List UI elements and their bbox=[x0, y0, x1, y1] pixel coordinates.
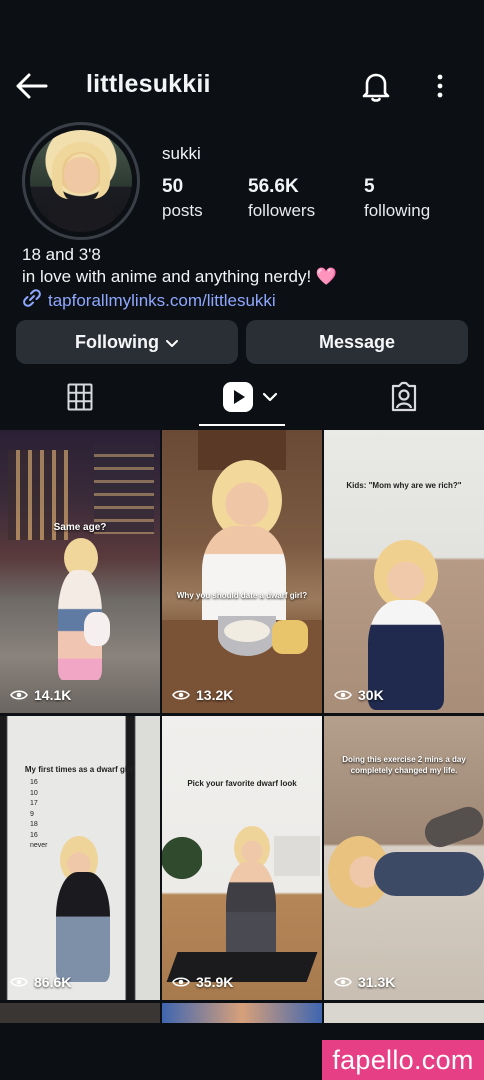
eye-icon bbox=[334, 977, 352, 987]
reel-caption: Same age? bbox=[53, 522, 107, 533]
tagged-icon bbox=[388, 381, 420, 418]
top-bar: littlesukkii bbox=[0, 62, 484, 110]
message-button[interactable]: Message bbox=[246, 320, 468, 364]
reel-tile[interactable]: My first times as a dwarf girl: 16 10 17… bbox=[0, 716, 160, 1000]
reel-tile[interactable] bbox=[0, 1003, 160, 1023]
eye-icon bbox=[172, 690, 190, 700]
view-count-text: 31.3K bbox=[358, 974, 396, 990]
profile-tabs bbox=[0, 372, 484, 426]
stat-followers-value: 56.6K bbox=[248, 176, 299, 197]
reel-caption: Doing this exercise 2 mins a day complet… bbox=[342, 755, 466, 775]
stat-followers-label: followers bbox=[248, 201, 316, 220]
bio: 18 and 3'8 in love with anime and anythi… bbox=[22, 244, 337, 314]
reel-tile[interactable] bbox=[324, 1003, 484, 1023]
milestone-item: 10 bbox=[30, 789, 38, 797]
tab-tagged[interactable] bbox=[364, 372, 444, 426]
profile-avatar[interactable] bbox=[22, 122, 140, 240]
avatar-image bbox=[30, 130, 132, 232]
stat-posts[interactable]: 50 posts bbox=[162, 176, 203, 221]
stat-followers[interactable]: 56.6K followers bbox=[248, 176, 315, 221]
more-options-icon[interactable] bbox=[428, 70, 452, 102]
following-label: Following bbox=[75, 331, 159, 352]
tab-reels[interactable] bbox=[210, 372, 290, 426]
view-count: 35.9K bbox=[172, 974, 233, 990]
bell-icon[interactable] bbox=[358, 68, 394, 104]
reel-tile[interactable]: Same age? 14.1K bbox=[0, 430, 160, 713]
bio-line-1: 18 and 3'8 bbox=[22, 245, 101, 264]
link-icon bbox=[22, 288, 42, 314]
reel-tile[interactable] bbox=[162, 1003, 322, 1023]
milestone-item: 16 bbox=[30, 831, 38, 839]
milestone-item: 16 bbox=[30, 779, 38, 786]
display-name: sukki bbox=[162, 144, 201, 163]
milestone-list: 16 10 17 9 18 16 never bbox=[30, 778, 70, 852]
view-count: 13.2K bbox=[172, 687, 233, 703]
reel-caption: Why you should date a dwarf girl? bbox=[176, 591, 308, 600]
milestone-item: 9 bbox=[30, 810, 34, 818]
chevron-down-icon bbox=[165, 332, 179, 353]
stat-posts-value: 50 bbox=[162, 176, 184, 197]
view-count: 31.3K bbox=[334, 974, 395, 990]
eye-icon bbox=[334, 690, 352, 700]
view-count-text: 30K bbox=[358, 687, 384, 703]
reel-tile[interactable]: Why you should date a dwarf girl? 13.2K bbox=[162, 430, 322, 713]
chevron-down-icon bbox=[262, 390, 278, 408]
stat-following[interactable]: 5 following bbox=[364, 176, 430, 221]
profile-username: littlesukkii bbox=[86, 70, 211, 98]
stat-posts-label: posts bbox=[162, 201, 203, 220]
reel-caption: Kids: "Mom why are we rich?" bbox=[346, 481, 462, 490]
stat-following-value: 5 bbox=[364, 176, 375, 197]
view-count-text: 86.6K bbox=[34, 974, 72, 990]
view-count-text: 13.2K bbox=[196, 687, 234, 703]
view-count: 30K bbox=[334, 687, 384, 703]
reels-icon bbox=[222, 381, 254, 418]
reel-tile[interactable]: Pick your favorite dwarf look 35.9K bbox=[162, 716, 322, 1000]
reel-tile[interactable]: Kids: "Mom why are we rich?" 30K bbox=[324, 430, 484, 713]
grid-icon bbox=[67, 383, 93, 416]
milestone-item: 18 bbox=[30, 821, 38, 828]
view-count-text: 14.1K bbox=[34, 687, 72, 703]
message-label: Message bbox=[318, 331, 396, 352]
eye-icon bbox=[10, 690, 28, 700]
view-count: 86.6K bbox=[10, 974, 71, 990]
reels-grid: Same age? 14.1K Why you should date a dw… bbox=[0, 430, 484, 1080]
bio-link-text: tapforallmylinks.com/littlesukki bbox=[48, 291, 276, 310]
stat-following-label: following bbox=[364, 201, 431, 220]
view-count-text: 35.9K bbox=[196, 974, 234, 990]
watermark: fapello.com bbox=[322, 1040, 484, 1080]
reel-caption: My first times as a dwarf girl: bbox=[24, 765, 136, 774]
view-count: 14.1K bbox=[10, 687, 71, 703]
bio-line-2: in love with anime and anything nerdy! 🩷 bbox=[22, 267, 338, 286]
back-arrow-icon[interactable] bbox=[14, 70, 50, 102]
eye-icon bbox=[10, 977, 28, 987]
milestone-item: 17 bbox=[30, 800, 38, 807]
active-tab-indicator bbox=[199, 424, 285, 426]
bio-link[interactable]: tapforallmylinks.com/littlesukki bbox=[22, 288, 337, 314]
eye-icon bbox=[172, 977, 190, 987]
reel-tile[interactable]: Doing this exercise 2 mins a day complet… bbox=[324, 716, 484, 1000]
reel-caption: Pick your favorite dwarf look bbox=[187, 779, 297, 788]
following-button[interactable]: Following bbox=[16, 320, 238, 364]
tab-grid[interactable] bbox=[40, 372, 120, 426]
